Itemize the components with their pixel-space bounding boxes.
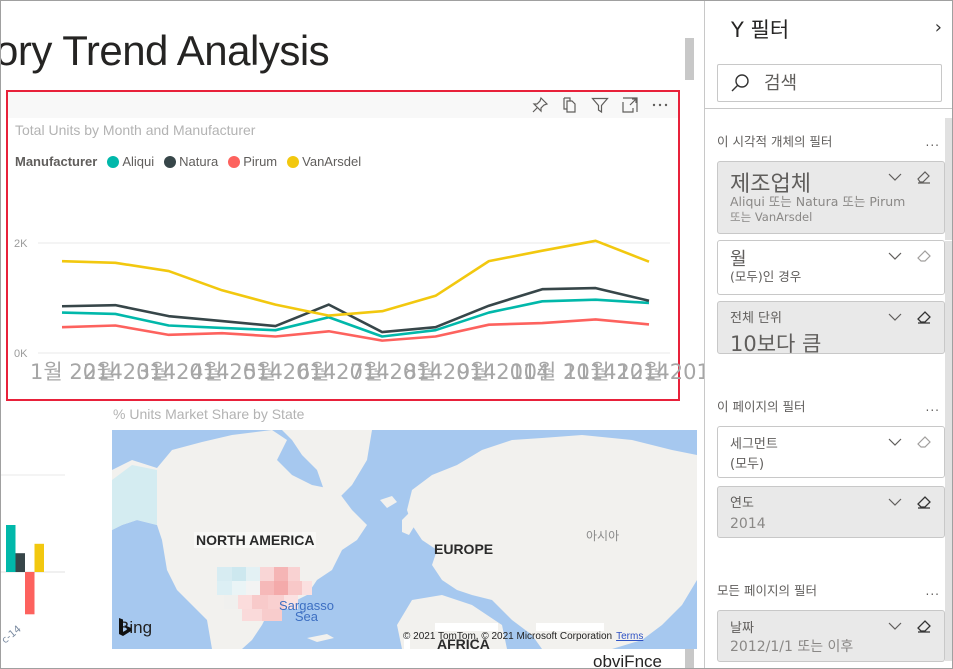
filter-card-year[interactable]: 연도 2014 <box>717 486 945 538</box>
filter-search-box[interactable] <box>717 64 942 102</box>
map-label-asia: 아시아 <box>586 529 620 543</box>
filter-value: (모두)인 경우 <box>730 269 802 284</box>
bar[interactable] <box>15 553 26 572</box>
filter-name: 세그먼트 <box>730 437 778 452</box>
series-line-vanarsdel[interactable] <box>61 239 650 317</box>
line-chart-visual[interactable]: Total Units by Month and Manufacturer Ma… <box>6 90 704 401</box>
page-title: ory Trend Analysis <box>1 27 330 74</box>
filter-value: 2014 <box>730 516 766 532</box>
bar-chart-fragment: c-14 <box>1 474 65 646</box>
section-visual-filters-title: 이 시각적 개체의 필터 <box>717 134 833 149</box>
filter-name: 전체 단위 <box>730 311 782 326</box>
clear-filter-icon[interactable] <box>916 169 932 185</box>
map-copyright: © 2021 TomTom, © 2021 Microsoft Corporat… <box>403 631 643 642</box>
filter-name: 연도 <box>730 496 754 511</box>
filter-name: 날짜 <box>730 621 754 636</box>
collapse-chevron-icon[interactable]: › <box>935 17 942 38</box>
canvas-scrollbar-thumb[interactable] <box>685 38 694 80</box>
map-label-sargasso-sea: Sargasso Sea <box>279 599 334 623</box>
filter-card-date[interactable]: 날짜 2012/1/1 또는 이후 <box>717 610 945 662</box>
clear-filter-icon[interactable] <box>916 309 932 325</box>
search-icon <box>731 74 749 92</box>
clear-filter-icon[interactable] <box>916 618 932 634</box>
chevron-down-icon[interactable] <box>888 435 902 449</box>
chevron-down-icon[interactable] <box>888 310 902 324</box>
filter-pane: Y 필터 › 이 시각적 개체의 필터 ... 제조업체 Aliqui 또는 N… <box>704 1 952 668</box>
bing-icon <box>119 618 131 636</box>
chevron-down-icon[interactable] <box>888 619 902 633</box>
map-label-europe: EUROPE <box>434 541 494 557</box>
line-chart-plot: 2K0K1월 20142월 20143월 20144월 20145월 20146… <box>14 238 704 384</box>
map-label-north-america: NORTH AMERICA <box>194 532 317 548</box>
bar-axis-label: c-14 <box>1 624 24 646</box>
clear-filter-icon[interactable] <box>916 248 932 264</box>
bar[interactable] <box>6 525 16 572</box>
filter-card-manufacturer[interactable]: 제조업체 Aliqui 또는 Natura 또는 Pirum 또는 VanArs… <box>717 161 945 234</box>
y-tick-label: 2K <box>14 238 28 250</box>
section-all-pages-filters-title: 모든 페이지의 필터 <box>717 583 817 598</box>
truncated-text: obviFnce <box>593 652 662 669</box>
section-page-more-button[interactable]: ... <box>926 400 940 414</box>
filter-search-input[interactable] <box>764 72 914 94</box>
report-canvas: ory Trend Analysis Total Units by Month … <box>1 1 704 669</box>
canvas-scrollbar-thumb-bottom[interactable] <box>685 649 694 668</box>
filter-card-segment[interactable]: 세그먼트 (모두) <box>717 426 945 478</box>
map-overlay-box <box>435 623 498 631</box>
filter-card-month[interactable]: 월 (모두)인 경우 <box>717 240 945 295</box>
filter-value: 10보다 큼 <box>730 332 822 356</box>
map-overlay-box <box>536 623 604 631</box>
bar[interactable] <box>34 543 45 572</box>
bar[interactable] <box>25 572 35 615</box>
filter-pane-title: Y 필터 <box>731 18 790 42</box>
filter-pane-scrollbar[interactable] <box>945 118 952 240</box>
filled-map[interactable]: NORTH AMERICA EUROPE 아시아 Sargasso Sea AF… <box>112 430 697 649</box>
section-page-filters-title: 이 페이지의 필터 <box>717 399 806 414</box>
terms-link[interactable]: Terms <box>616 631 643 642</box>
filter-value-line1: Aliqui 또는 Natura 또는 Pirum <box>730 194 906 209</box>
section-all-pages-more-button[interactable]: ... <box>926 584 940 598</box>
chevron-down-icon[interactable] <box>888 170 902 184</box>
filter-pane-scrollbar-track[interactable] <box>945 241 952 661</box>
clear-filter-icon[interactable] <box>916 494 932 510</box>
bing-logo: Bing <box>118 618 152 638</box>
filter-card-total-units[interactable]: 전체 단위 10보다 큼 <box>717 301 945 356</box>
x-tick-label: 12월 2014 <box>617 360 704 384</box>
chevron-down-icon[interactable] <box>888 495 902 509</box>
clear-filter-icon[interactable] <box>916 434 932 450</box>
divider <box>705 108 952 109</box>
chevron-down-icon[interactable] <box>888 249 902 263</box>
report-window: ory Trend Analysis Total Units by Month … <box>0 0 953 669</box>
section-visual-more-button[interactable]: ... <box>926 135 940 149</box>
map-title: % Units Market Share by State <box>113 406 305 422</box>
copyright-text: © 2021 TomTom, © 2021 Microsoft Corporat… <box>403 631 613 642</box>
filter-value-line2: 또는 VanArsdel <box>730 210 813 224</box>
y-tick-label: 0K <box>14 348 28 360</box>
filter-value: (모두) <box>730 457 765 472</box>
filter-value: 2012/1/1 또는 이후 <box>730 639 854 655</box>
